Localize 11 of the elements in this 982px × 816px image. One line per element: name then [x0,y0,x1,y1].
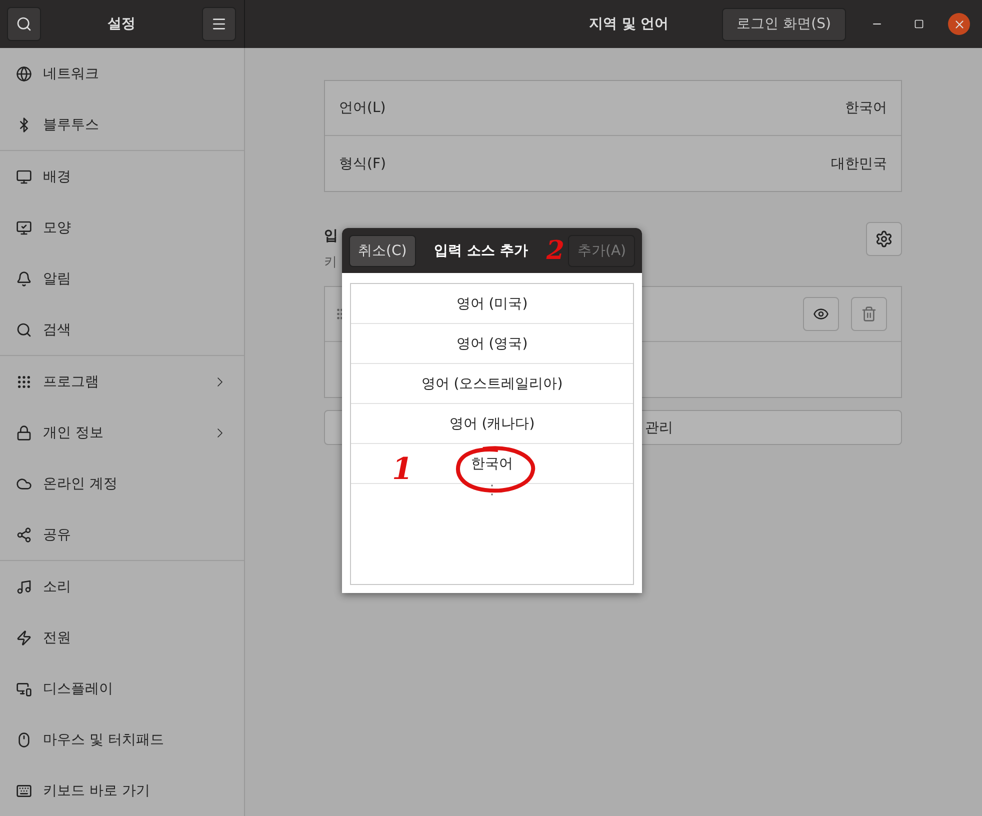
window-title: 지역 및 언어 [589,15,669,33]
annotation-number: 1 [392,455,413,485]
row-value: 한국어 [845,99,887,117]
row-value: 대한민국 [831,154,887,172]
section-subtitle: 키 [324,254,338,271]
dialog-title: 입력 소스 추가 [433,242,529,260]
annotation-number: 2 [546,238,564,264]
section-heading: 입 [324,227,338,245]
row-label: 형식(F) [339,154,386,172]
sidebar-title: 설정 [108,15,136,33]
row-label: 언어(L) [339,99,386,117]
